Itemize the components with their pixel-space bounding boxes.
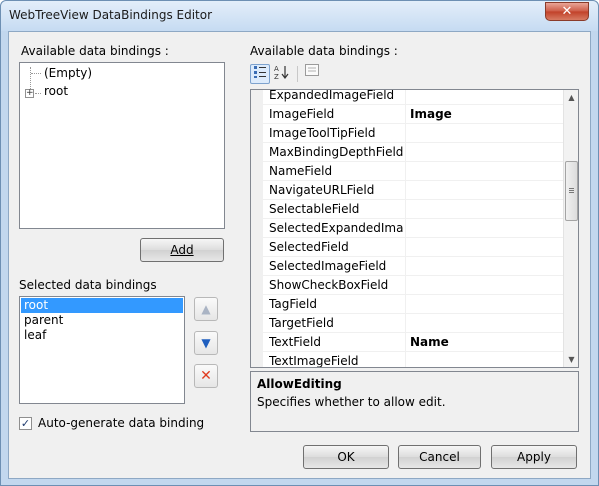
- list-item[interactable]: root: [21, 298, 183, 313]
- property-row[interactable]: ExpandedImageField: [263, 89, 563, 105]
- auto-generate-checkbox[interactable]: ✓: [19, 417, 32, 430]
- categorized-icon[interactable]: [250, 64, 270, 84]
- property-name: TextImageField: [269, 354, 359, 368]
- arrow-up-icon: ▲: [201, 302, 211, 316]
- tree-item-empty[interactable]: (Empty): [44, 65, 92, 81]
- column-divider: [405, 257, 406, 276]
- property-name: SelectedField: [269, 240, 349, 254]
- selected-bindings-label: Selected data bindings: [19, 278, 157, 292]
- property-row[interactable]: TagField: [263, 295, 563, 314]
- description-text: Specifies whether to allow edit.: [257, 395, 446, 409]
- cancel-button[interactable]: Cancel: [398, 445, 481, 469]
- column-divider: [405, 295, 406, 314]
- tree-item-root[interactable]: root: [44, 83, 68, 99]
- svg-text:Z: Z: [274, 73, 279, 80]
- property-row[interactable]: SelectedExpandedImageF: [263, 219, 563, 238]
- arrow-down-icon: ▼: [201, 336, 211, 350]
- property-name: ImageToolTipField: [269, 126, 376, 140]
- auto-generate-label: Auto-generate data binding: [38, 416, 205, 430]
- property-grid-toolbar: A Z: [250, 63, 326, 87]
- property-name: SelectedImageField: [269, 259, 387, 273]
- column-divider: [405, 352, 406, 367]
- selected-bindings-list[interactable]: root parent leaf: [19, 296, 185, 404]
- property-row[interactable]: TargetField: [263, 314, 563, 333]
- property-row[interactable]: MaxBindingDepthField: [263, 143, 563, 162]
- add-button[interactable]: Add: [140, 238, 224, 262]
- list-item[interactable]: parent: [21, 313, 183, 328]
- scrollbar-thumb[interactable]: [565, 161, 578, 221]
- apply-button[interactable]: Apply: [491, 445, 577, 469]
- property-name: NavigateURLField: [269, 183, 375, 197]
- property-name: NameField: [269, 164, 333, 178]
- property-value[interactable]: Image: [410, 107, 452, 121]
- column-divider: [405, 276, 406, 295]
- property-row[interactable]: SelectedField: [263, 238, 563, 257]
- property-name: TagField: [269, 297, 318, 311]
- toolbar-separator: [297, 66, 298, 82]
- scroll-up-icon[interactable]: ▲: [566, 91, 577, 104]
- ok-button[interactable]: OK: [303, 445, 389, 469]
- column-divider: [405, 143, 406, 162]
- property-row[interactable]: ImageToolTipField: [263, 124, 563, 143]
- delete-button[interactable]: ✕: [194, 364, 218, 388]
- property-name: ImageField: [269, 107, 335, 121]
- available-bindings-label-right: Available data bindings :: [250, 44, 398, 58]
- column-divider: [405, 200, 406, 219]
- property-row[interactable]: NavigateURLField: [263, 181, 563, 200]
- column-divider: [405, 181, 406, 200]
- column-divider: [405, 124, 406, 143]
- property-name: TargetField: [269, 316, 334, 330]
- property-pages-icon[interactable]: [302, 64, 322, 84]
- property-name: SelectedExpandedImageF: [269, 221, 403, 235]
- column-divider: [405, 333, 406, 352]
- property-row[interactable]: TextField Name: [263, 333, 563, 352]
- dialog-window: WebTreeView DataBindings Editor ✕ Availa…: [0, 0, 599, 486]
- delete-icon: ✕: [200, 368, 212, 384]
- property-row[interactable]: NameField: [263, 162, 563, 181]
- grip-line: [569, 192, 574, 193]
- available-bindings-tree[interactable]: (Empty) + root: [19, 62, 225, 229]
- column-divider: [405, 238, 406, 257]
- grid-gutter: [251, 90, 263, 367]
- property-row[interactable]: SelectableField: [263, 200, 563, 219]
- property-grid[interactable]: ExpandedImageField ImageField Image ImageTo…: [250, 89, 579, 368]
- description-panel: AllowEditing Specifies whether to allow …: [250, 371, 579, 432]
- property-name: MaxBindingDepthField: [269, 145, 403, 159]
- property-row[interactable]: ImageField Image: [263, 105, 563, 124]
- tree-line: [31, 73, 41, 74]
- grip-line: [569, 188, 574, 189]
- property-row[interactable]: TextImageField: [263, 352, 563, 368]
- property-value[interactable]: Name: [410, 335, 449, 349]
- add-button-label: Add: [170, 243, 194, 257]
- column-divider: [405, 90, 406, 105]
- svg-text:A: A: [274, 65, 279, 73]
- column-divider: [405, 105, 406, 124]
- scroll-down-icon[interactable]: ▼: [566, 353, 577, 366]
- move-down-button[interactable]: ▼: [194, 331, 218, 355]
- column-divider: [405, 219, 406, 238]
- property-name: SelectableField: [269, 202, 360, 216]
- property-name: ExpandedImageField: [269, 89, 395, 102]
- vertical-scrollbar[interactable]: ▲ ▼: [563, 90, 578, 367]
- property-name: ShowCheckBoxField: [269, 278, 389, 292]
- column-divider: [405, 314, 406, 333]
- close-button[interactable]: ✕: [545, 2, 589, 21]
- available-bindings-label: Available data bindings :: [21, 44, 169, 58]
- expand-icon[interactable]: +: [25, 89, 34, 98]
- move-up-button[interactable]: ▲: [194, 297, 218, 321]
- alphabetical-sort-icon[interactable]: A Z: [272, 64, 292, 84]
- description-title: AllowEditing: [257, 377, 342, 391]
- title-bar: WebTreeView DataBindings Editor ✕: [1, 1, 598, 31]
- tree-line: [35, 93, 41, 94]
- property-row[interactable]: SelectedImageField: [263, 257, 563, 276]
- list-item[interactable]: leaf: [21, 328, 183, 343]
- property-name: TextField: [269, 335, 321, 349]
- dialog-body: Available data bindings : (Empty) + root…: [8, 31, 591, 479]
- column-divider: [405, 162, 406, 181]
- grip-line: [569, 190, 574, 191]
- property-row[interactable]: ShowCheckBoxField: [263, 276, 563, 295]
- window-title: WebTreeView DataBindings Editor: [9, 8, 213, 22]
